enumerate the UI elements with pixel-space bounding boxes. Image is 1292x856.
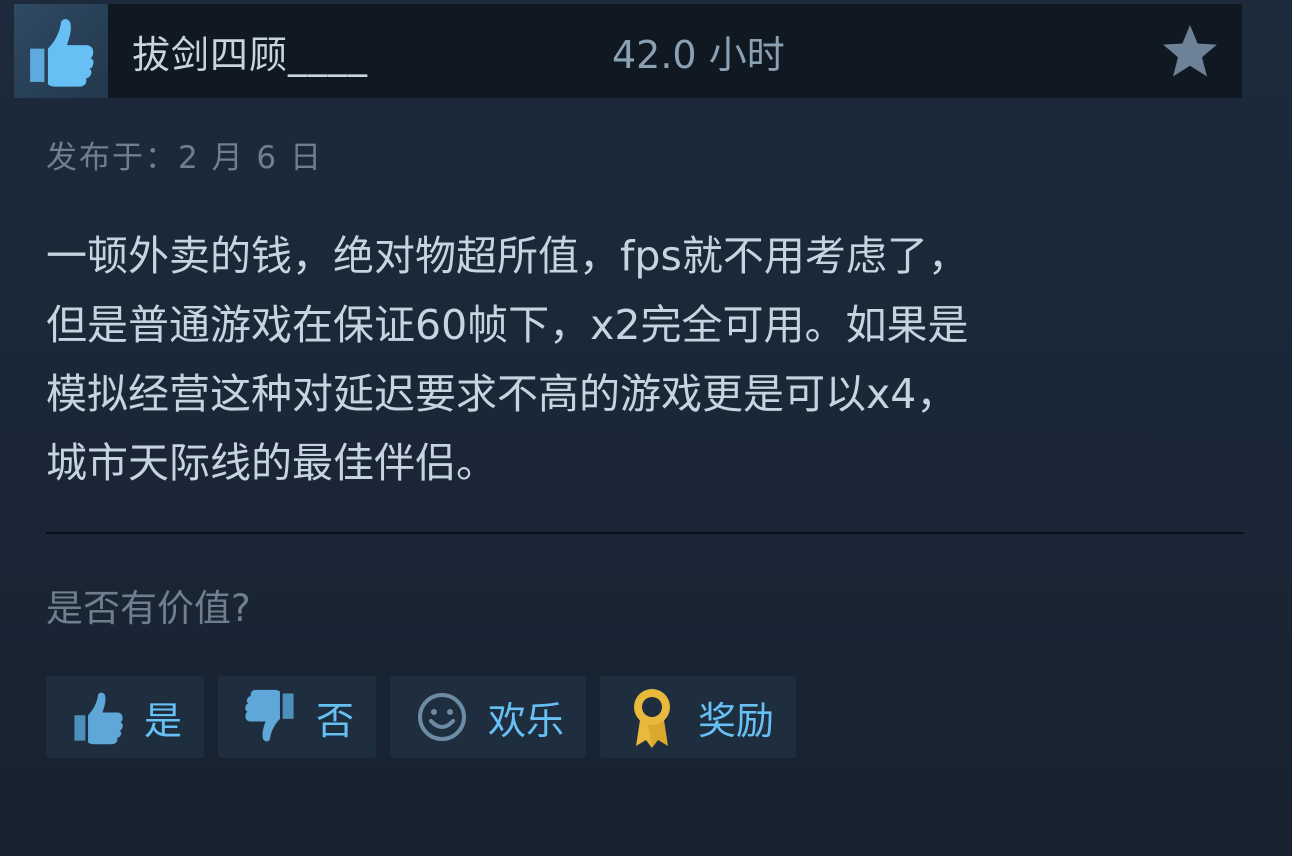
award-button[interactable]: 奖励	[600, 676, 797, 758]
author-name[interactable]: 拔剑四顾____	[132, 24, 612, 79]
award-label: 奖励	[698, 698, 775, 743]
thumbs-up-icon	[68, 687, 128, 747]
thumbs-up-icon	[30, 19, 94, 87]
review-card: 拔剑四顾____ 42.0 小时 发布于：2 月 6 日 一顿外卖的钱，绝对物超…	[0, 0, 1292, 856]
thumbs-down-icon	[240, 687, 300, 747]
vote-no-button[interactable]: 否	[218, 676, 377, 758]
playtime-hours: 42.0 小时	[612, 32, 785, 77]
favorite-star-button[interactable]	[1160, 22, 1220, 82]
vote-yes-button[interactable]: 是	[46, 676, 205, 758]
star-icon	[1163, 25, 1217, 77]
divider	[46, 532, 1244, 534]
award-ribbon-icon	[622, 687, 682, 748]
posted-date: 发布于：2 月 6 日	[46, 140, 324, 176]
helpful-question: 是否有价值?	[46, 587, 251, 630]
review-header: 拔剑四顾____ 42.0 小时	[14, 4, 1242, 98]
smiley-icon	[412, 687, 472, 747]
review-body: 一顿外卖的钱，绝对物超所值，fps就不用考虑了， 但是普通游戏在保证60帧下，x…	[46, 232, 969, 487]
vote-actions: 是 否 欢乐 奖励	[46, 676, 810, 758]
vote-funny-label: 欢乐	[488, 698, 565, 743]
vote-yes-label: 是	[144, 698, 183, 743]
recommended-badge	[14, 4, 108, 98]
vote-no-label: 否	[316, 698, 355, 743]
vote-funny-button[interactable]: 欢乐	[390, 676, 587, 758]
